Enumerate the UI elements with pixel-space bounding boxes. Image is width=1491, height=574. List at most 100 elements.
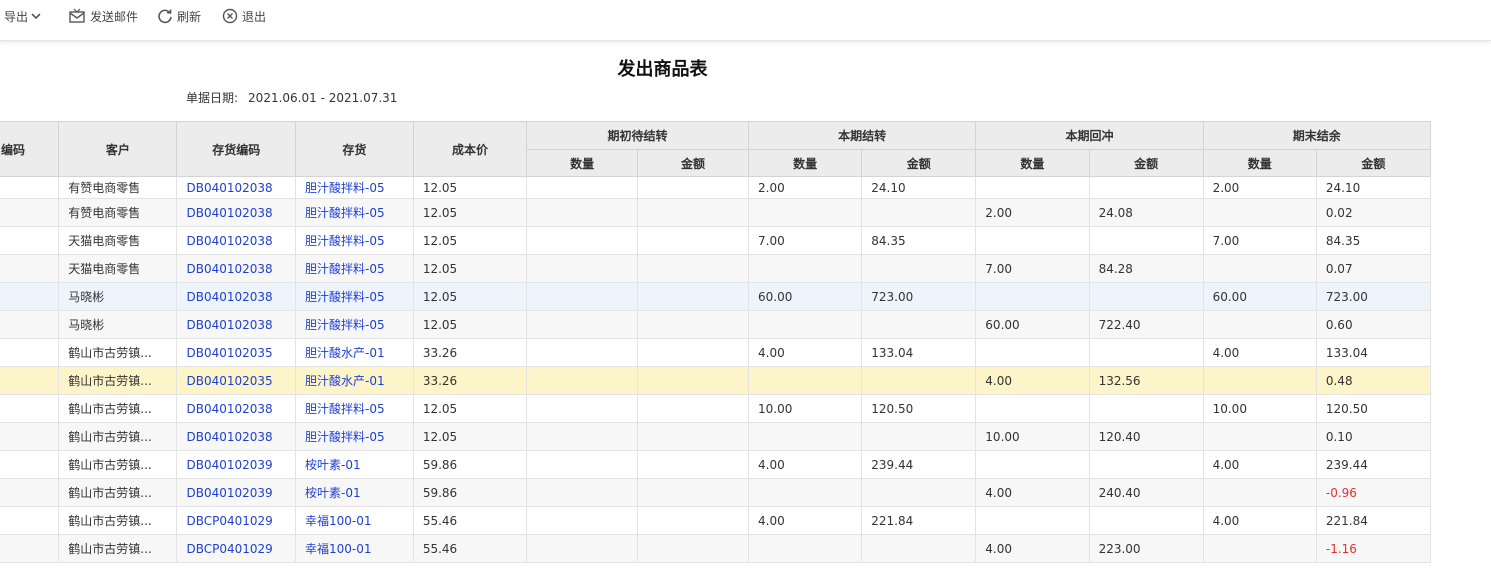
cell-customer: 马晓彬 <box>58 310 178 339</box>
cell-item-code[interactable]: DB040102038 <box>176 310 296 339</box>
report-table: 编码 客户 存货编码 存货 成本价 期初待结转 本期结转 本期回冲 期末结余 数… <box>0 121 1432 563</box>
cell-item-code[interactable]: DB040102038 <box>176 394 296 423</box>
cell-item[interactable]: 幸福100-01 <box>295 506 414 535</box>
cell-opening-qty <box>526 478 639 507</box>
cell-transfer-amount: 239.44 <box>861 450 977 479</box>
cell-opening-qty <box>526 534 639 563</box>
cell-item[interactable]: 胆汁酸拌料-05 <box>295 226 414 255</box>
header-opening-amount[interactable]: 金额 <box>637 149 749 177</box>
cell-item-code[interactable]: DB040102038 <box>176 198 296 227</box>
header-transfer-amount[interactable]: 金额 <box>861 149 977 177</box>
table-row[interactable]: 鹤山市古劳镇... DB040102039 桉叶素-01 59.86 4.00 240.4… <box>0 478 1432 507</box>
cell-opening-amount <box>637 198 749 227</box>
cell-item[interactable]: 幸福100-01 <box>295 534 414 563</box>
cell-item-code[interactable]: DB040102039 <box>176 450 296 479</box>
table-row[interactable]: 鹤山市古劳镇... DBCP0401029 幸福100-01 55.46 4.00 223… <box>0 534 1432 563</box>
cell-item[interactable]: 桉叶素-01 <box>295 478 414 507</box>
header-cost[interactable]: 成本价 <box>412 121 528 177</box>
cell-item-code[interactable]: DB040102039 <box>176 478 296 507</box>
table-row[interactable]: 有赞电商零售 DB040102038 胆汁酸拌料-05 12.05 2.00 24.08 0… <box>0 198 1432 227</box>
cell-item[interactable]: 胆汁酸拌料-05 <box>295 394 414 423</box>
cell-reversal-amount <box>1088 506 1204 535</box>
cell-item[interactable]: 胆汁酸拌料-05 <box>295 310 414 339</box>
table-row[interactable]: 鹤山市古劳镇... DB040102039 桉叶素-01 59.86 4.00 239.4… <box>0 450 1432 479</box>
cell-item[interactable]: 胆汁酸水产-01 <box>295 366 414 395</box>
cell-item-code[interactable]: DB040102038 <box>176 282 296 311</box>
cell-transfer-amount <box>861 198 977 227</box>
cell-code <box>0 422 60 451</box>
cell-item[interactable]: 胆汁酸拌料-05 <box>295 282 414 311</box>
cell-item[interactable]: 胆汁酸水产-01 <box>295 338 414 367</box>
cell-item[interactable]: 桉叶素-01 <box>295 450 414 479</box>
table-row[interactable]: 鹤山市古劳镇... DBCP0401029 幸福100-01 55.46 4.00 221… <box>0 506 1432 535</box>
cell-customer: 鹤山市古劳镇... <box>58 478 178 507</box>
cell-code <box>0 310 60 339</box>
cell-opening-amount <box>637 254 749 283</box>
exit-button[interactable]: 退出 <box>222 0 266 32</box>
header-closing-qty[interactable]: 数量 <box>1202 149 1317 177</box>
cell-transfer-qty <box>747 366 863 395</box>
cell-item-code[interactable]: DBCP0401029 <box>176 534 296 563</box>
cell-item[interactable]: 胆汁酸拌料-05 <box>295 176 414 199</box>
cell-item[interactable]: 胆汁酸拌料-05 <box>295 422 414 451</box>
table-row[interactable]: 天猫电商零售 DB040102038 胆汁酸拌料-05 12.05 7.00 84.35 7… <box>0 226 1432 255</box>
cell-item-code[interactable]: DBCP0401029 <box>176 506 296 535</box>
cell-transfer-amount: 723.00 <box>861 282 977 311</box>
table-row[interactable]: 马晓彬 DB040102038 胆汁酸拌料-05 12.05 60.00 723.00 60… <box>0 282 1432 311</box>
cell-closing-amount: 84.35 <box>1315 226 1432 255</box>
header-reversal-amount[interactable]: 金额 <box>1088 149 1204 177</box>
table-row[interactable]: 马晓彬 DB040102038 胆汁酸拌料-05 12.05 60.00 722.40 0.… <box>0 310 1432 339</box>
report-grid[interactable]: 编码 客户 存货编码 存货 成本价 期初待结转 本期结转 本期回冲 期末结余 数… <box>0 121 1491 574</box>
chevron-down-icon <box>31 13 41 20</box>
header-code[interactable]: 编码 <box>0 121 60 177</box>
refresh-button[interactable]: 刷新 <box>157 0 201 32</box>
cell-item-code[interactable]: DB040102035 <box>176 338 296 367</box>
cell-item-code[interactable]: DB040102038 <box>176 254 296 283</box>
cell-opening-qty <box>526 198 639 227</box>
header-closing-amount[interactable]: 金额 <box>1315 149 1432 177</box>
cell-reversal-amount: 120.40 <box>1088 422 1204 451</box>
header-transfer-qty[interactable]: 数量 <box>747 149 863 177</box>
cell-opening-amount <box>637 450 749 479</box>
header-item-code[interactable]: 存货编码 <box>176 121 296 177</box>
cell-closing-qty: 60.00 <box>1202 282 1317 311</box>
cell-item[interactable]: 胆汁酸拌料-05 <box>295 254 414 283</box>
cell-opening-amount <box>637 282 749 311</box>
cell-item-code[interactable]: DB040102038 <box>176 176 296 199</box>
cell-item[interactable]: 胆汁酸拌料-05 <box>295 198 414 227</box>
cell-transfer-amount: 84.35 <box>861 226 977 255</box>
cell-customer: 鹤山市古劳镇... <box>58 506 178 535</box>
table-row[interactable]: 鹤山市古劳镇... DB040102035 胆汁酸水产-01 33.26 4.00 133… <box>0 338 1432 367</box>
cell-closing-qty <box>1202 366 1317 395</box>
table-row[interactable]: 天猫电商零售 DB040102038 胆汁酸拌料-05 12.05 7.00 84.28 0… <box>0 254 1432 283</box>
cell-reversal-amount <box>1088 282 1204 311</box>
header-customer[interactable]: 客户 <box>58 121 178 177</box>
cell-transfer-amount <box>861 478 977 507</box>
table-row[interactable]: 鹤山市古劳镇... DB040102035 胆汁酸水产-01 33.26 4.00 132… <box>0 366 1432 395</box>
cell-customer: 鹤山市古劳镇... <box>58 534 178 563</box>
cell-closing-qty <box>1202 534 1317 563</box>
cell-transfer-qty <box>747 254 863 283</box>
report-title: 发出商品表 <box>617 59 708 80</box>
cell-reversal-amount <box>1088 226 1204 255</box>
cell-item-code[interactable]: DB040102038 <box>176 422 296 451</box>
cell-closing-qty <box>1202 310 1317 339</box>
cell-item-code[interactable]: DB040102035 <box>176 366 296 395</box>
table-row[interactable]: 有赞电商零售 DB040102038 胆汁酸拌料-05 12.05 2.00 24.10 2… <box>0 176 1432 199</box>
cell-transfer-amount <box>861 534 977 563</box>
cell-item-code[interactable]: DB040102038 <box>176 226 296 255</box>
cell-closing-amount: 133.04 <box>1315 338 1432 367</box>
cell-reversal-amount: 223.00 <box>1088 534 1204 563</box>
export-menu-button[interactable]: 导出 <box>4 0 41 32</box>
header-item[interactable]: 存货 <box>295 121 414 177</box>
send-mail-button[interactable]: 发送邮件 <box>68 0 138 32</box>
table-row[interactable]: 鹤山市古劳镇... DB040102038 胆汁酸拌料-05 12.05 10.00 12… <box>0 394 1432 423</box>
cell-opening-amount <box>637 478 749 507</box>
cell-reversal-qty: 10.00 <box>975 422 1090 451</box>
header-opening-qty[interactable]: 数量 <box>526 149 639 177</box>
cell-customer: 有赞电商零售 <box>58 198 178 227</box>
table-row[interactable]: 鹤山市古劳镇... DB040102038 胆汁酸拌料-05 12.05 10.00 12… <box>0 422 1432 451</box>
cell-reversal-amount: 24.08 <box>1088 198 1204 227</box>
cell-opening-amount <box>637 226 749 255</box>
header-reversal-qty[interactable]: 数量 <box>975 149 1090 177</box>
